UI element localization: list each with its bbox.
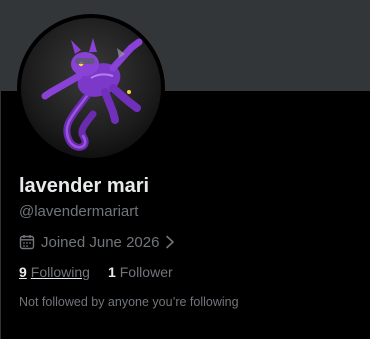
followers-link[interactable]: 1 Follower [108,264,173,280]
follow-stats: 9 Following 1 Follower [19,264,173,280]
username-handle: @lavendermariart [19,203,139,220]
chevron-right-icon [165,235,175,249]
profile-avatar[interactable] [21,18,161,158]
calendar-icon [19,234,35,250]
following-count: 9 [19,264,27,280]
column-divider [0,91,1,339]
mutual-followers-note: Not followed by anyone you’re following [19,295,239,309]
joined-date-text: Joined June 2026 [41,233,160,251]
display-name: lavender mari [19,175,150,197]
avatar-illustration [21,18,161,158]
followers-count: 1 [107,264,116,280]
followers-label: Follower [119,264,173,280]
following-label: Following [30,264,90,280]
following-link[interactable]: 9 Following [19,264,90,280]
joined-date-row[interactable]: Joined June 2026 [19,232,175,252]
